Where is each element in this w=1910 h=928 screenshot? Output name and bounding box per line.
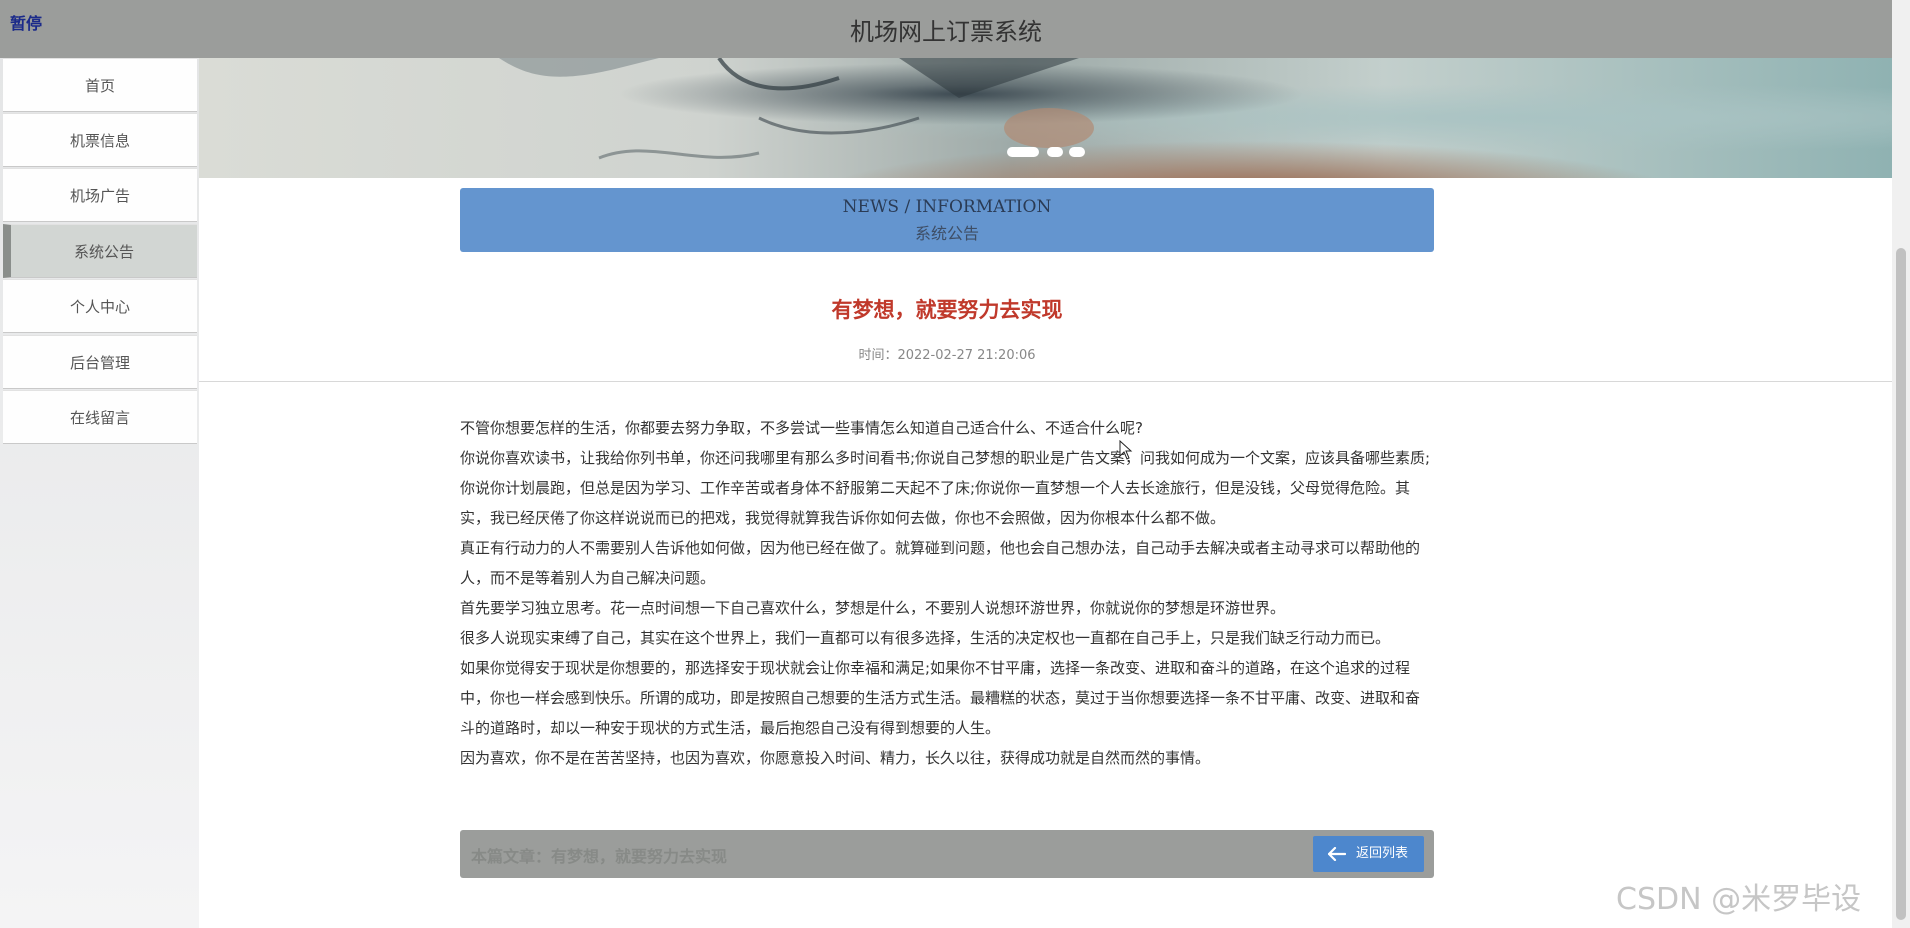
current-article-label: 本篇文章：有梦想，就要努力去实现 (471, 847, 728, 866)
article-paragraph: 因为喜欢，你不是在苦苦坚持，也因为喜欢，你愿意投入时间、精力，长久以往，获得成功… (460, 749, 1211, 767)
back-to-list-button[interactable]: 返回列表 (1313, 836, 1424, 872)
sidebar-item-home[interactable]: 首页 (3, 58, 197, 112)
sidebar-item-admin[interactable]: 后台管理 (3, 335, 197, 389)
section-header: NEWS / INFORMATION 系统公告 (460, 188, 1434, 252)
sidebar-item-tickets[interactable]: 机票信息 (3, 113, 197, 167)
carousel-dot-2[interactable] (1047, 147, 1063, 157)
carousel-dot-1[interactable] (1007, 147, 1039, 157)
top-bar: 暂停 机场网上订票系统 (0, 0, 1892, 59)
page-scrollbar[interactable] (1892, 0, 1910, 928)
sidebar-item-ads[interactable]: 机场广告 (3, 168, 197, 222)
back-to-list-label: 返回列表 (1356, 846, 1409, 861)
mouse-cursor-icon (1119, 440, 1133, 460)
banner-image (499, 58, 1094, 160)
sidebar-item-announcements[interactable]: 系统公告 (3, 224, 197, 278)
watermark: CSDN @米罗毕设 (1616, 882, 1862, 917)
scrollbar-thumb[interactable] (1896, 248, 1906, 920)
article-paragraph: 首先要学习独立思考。花一点时间想一下自己喜欢什么，梦想是什么，不要别人说想环游世… (460, 599, 1286, 617)
arrow-left-icon (1328, 847, 1346, 861)
banner-carousel[interactable] (199, 58, 1892, 178)
carousel-dot-3[interactable] (1069, 147, 1085, 157)
article-paragraph: 很多人说现实束缚了自己，其实在这个世界上，我们一直都可以有很多选择，生活的决定权… (460, 629, 1391, 647)
article-footer: 本篇文章：有梦想，就要努力去实现 返回列表 (460, 830, 1434, 878)
section-header-en: NEWS / INFORMATION (842, 197, 1052, 217)
divider (199, 381, 1892, 382)
article-paragraph: 真正有行动力的人不需要别人告诉他如何做，因为他已经在做了。就算碰到问题，他也会自… (460, 539, 1421, 587)
article-paragraph: 如果你觉得安于现状是你想要的，那选择安于现状就会让你幸福和满足;如果你不甘平庸，… (460, 659, 1421, 737)
article-time: 时间：2022-02-27 21:20:06 (858, 348, 1036, 363)
site-title: 机场网上订票系统 (850, 18, 1042, 46)
article-paragraph: 不管你想要怎样的生活，你都要去努力争取，不多尝试一些事情怎么知道自己适合什么、不… (460, 419, 1143, 437)
article-content: 不管你想要怎样的生活，你都要去努力争取，不多尝试一些事情怎么知道自己适合什么、不… (460, 413, 1434, 773)
section-header-cn: 系统公告 (914, 224, 979, 243)
article-paragraph: 你说你喜欢读书，让我给你列书单，你还问我哪里有那么多时间看书;你说自己梦想的职业… (460, 449, 1431, 527)
article-title: 有梦想，就要努力去实现 (831, 298, 1063, 322)
sidebar: 首页 机票信息 机场广告 系统公告 个人中心 后台管理 在线留言 (0, 58, 199, 928)
sidebar-item-messages[interactable]: 在线留言 (3, 390, 197, 444)
sidebar-item-profile[interactable]: 个人中心 (3, 279, 197, 333)
